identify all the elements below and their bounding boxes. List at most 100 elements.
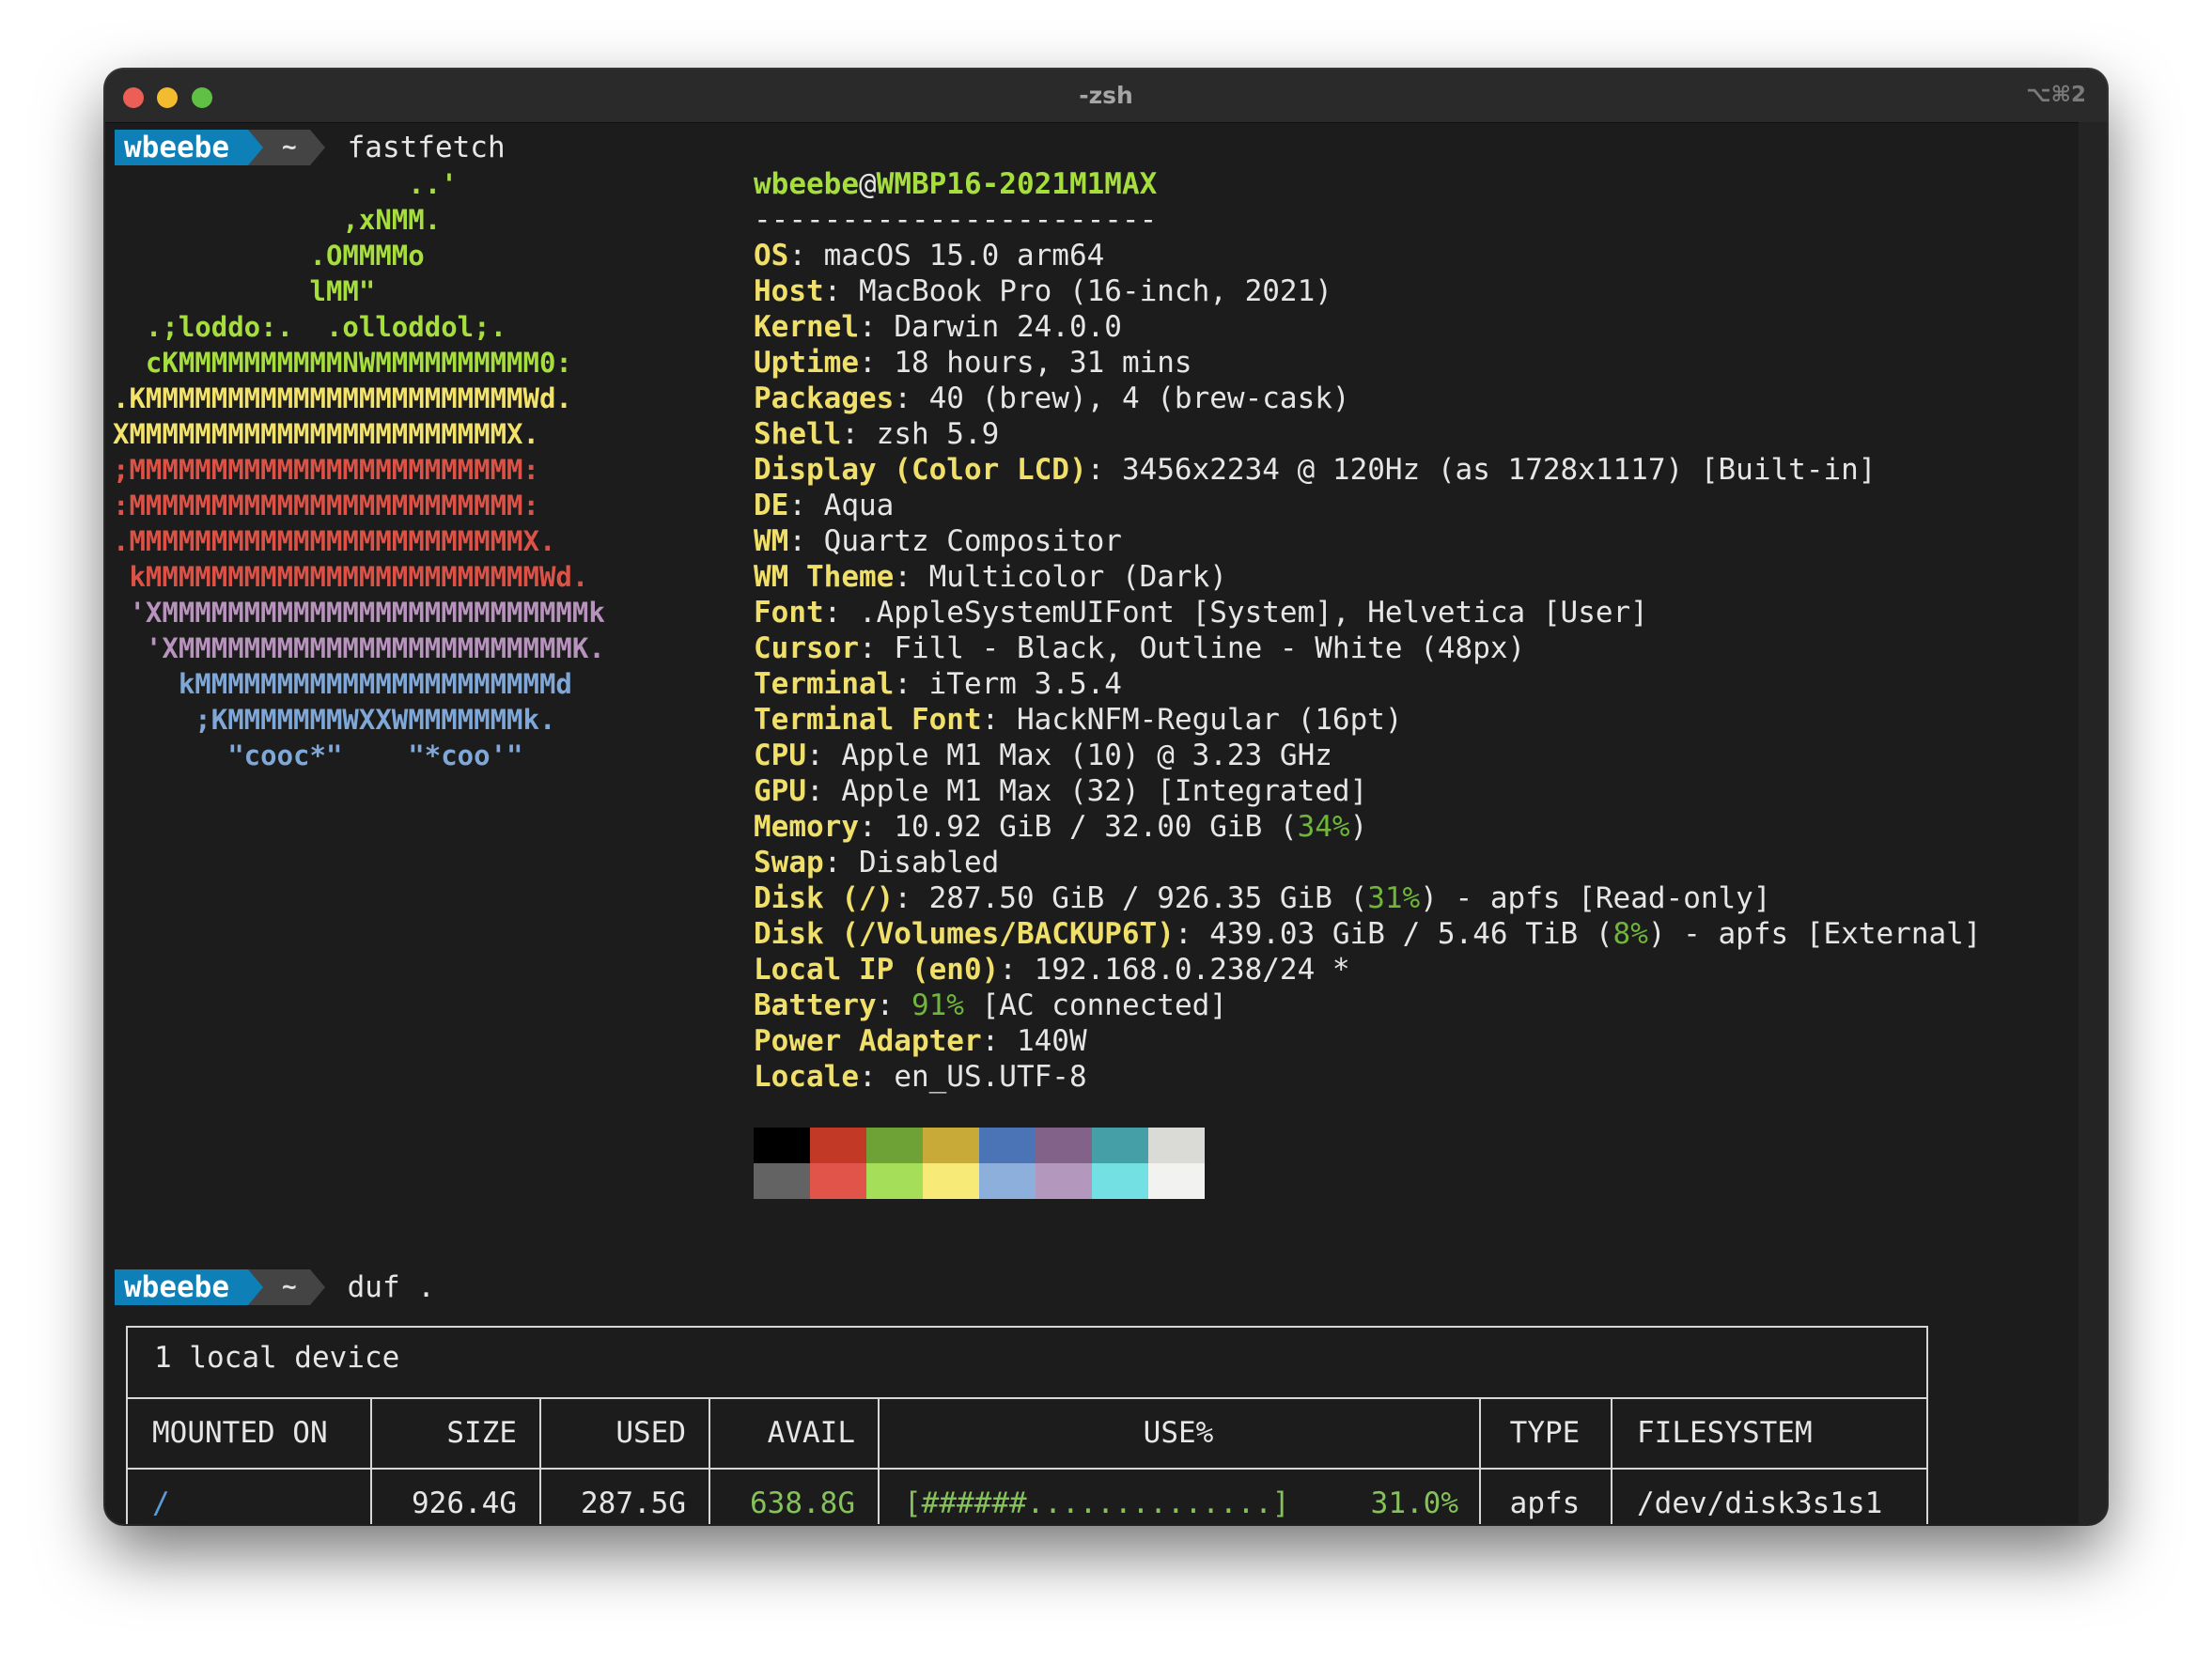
color-swatch bbox=[923, 1163, 979, 1199]
info-value: Darwin 24.0.0 bbox=[894, 310, 1122, 344]
info-row: CPU: Apple M1 Max (10) @ 3.23 GHz bbox=[754, 738, 1981, 773]
prompt-user: wbeebe bbox=[115, 130, 248, 165]
cell-avail: 638.8G bbox=[750, 1486, 855, 1520]
info-key: WM Theme bbox=[754, 560, 895, 594]
prompt-line: wbeebe ~ duf . bbox=[115, 1269, 435, 1305]
header-type: TYPE bbox=[1509, 1416, 1581, 1450]
info-row: GPU: Apple M1 Max (32) [Integrated] bbox=[754, 773, 1981, 809]
logo-line: cKMMMMMMMMMMNWMMMMMMMMMM0: bbox=[113, 347, 572, 379]
info-colon: : bbox=[999, 953, 1035, 987]
info-colon: : bbox=[806, 774, 842, 808]
info-value: 439.03 GiB / 5.46 TiB ( bbox=[1209, 917, 1613, 951]
system-info: wbeebe@WMBP16-2021M1MAX ----------------… bbox=[754, 166, 1981, 1095]
logo-line: kMMMMMMMMMMMMMMMMMMMMMMd bbox=[113, 668, 572, 700]
header-use-pct: USE% bbox=[1143, 1416, 1214, 1450]
info-percent: 8% bbox=[1612, 917, 1648, 951]
info-colon: : bbox=[788, 524, 824, 558]
color-swatch bbox=[1092, 1128, 1148, 1163]
info-value: Apple M1 Max (32) [Integrated] bbox=[841, 774, 1368, 808]
info-user: wbeebe bbox=[754, 167, 859, 201]
cell-mounted-on: / bbox=[152, 1486, 170, 1520]
info-key: Display (Color LCD) bbox=[754, 453, 1087, 487]
info-key: CPU bbox=[754, 739, 806, 772]
info-value: Fill - Black, Outline - White (48px) bbox=[894, 631, 1526, 665]
info-colon: : bbox=[858, 310, 895, 344]
color-swatch bbox=[866, 1163, 923, 1199]
color-swatch bbox=[979, 1128, 1036, 1163]
info-row: Cursor: Fill - Black, Outline - White (4… bbox=[754, 630, 1981, 666]
info-value: iTerm 3.5.4 bbox=[928, 667, 1122, 701]
info-percent: 91% bbox=[911, 988, 964, 1022]
info-row: Local IP (en0): 192.168.0.238/24 * bbox=[754, 952, 1981, 988]
logo-line: .;loddo:. .olloddol;. bbox=[113, 311, 507, 343]
info-colon: : bbox=[876, 988, 911, 1022]
header-mounted-on: MOUNTED ON bbox=[152, 1416, 328, 1450]
info-key: WM bbox=[754, 524, 789, 558]
info-colon: : bbox=[841, 417, 877, 451]
info-value: MacBook Pro (16-inch, 2021) bbox=[858, 274, 1332, 308]
prompt-line: wbeebe ~ fastfetch bbox=[115, 130, 506, 165]
info-value: macOS 15.0 arm64 bbox=[823, 239, 1105, 272]
info-row: Host: MacBook Pro (16-inch, 2021) bbox=[754, 273, 1981, 309]
color-swatch bbox=[979, 1163, 1036, 1199]
info-key: Cursor bbox=[754, 631, 859, 665]
info-value: 10.92 GiB / 32.00 GiB ( bbox=[894, 810, 1298, 844]
color-swatch bbox=[923, 1128, 979, 1163]
info-row: Swap: Disabled bbox=[754, 845, 1981, 880]
prompt-dir: ~ bbox=[262, 1269, 310, 1305]
info-key: Memory bbox=[754, 810, 859, 844]
info-row: Terminal: iTerm 3.5.4 bbox=[754, 666, 1981, 702]
info-at-sign: @ bbox=[858, 167, 877, 201]
info-row: Shell: zsh 5.9 bbox=[754, 416, 1981, 452]
logo-line: ..' bbox=[113, 168, 458, 200]
info-colon: : bbox=[788, 239, 824, 272]
logo-line: "cooc*" "*coo'" bbox=[113, 739, 523, 771]
info-value: 18 hours, 31 mins bbox=[894, 346, 1192, 380]
info-key: Power Adapter bbox=[754, 1024, 982, 1058]
logo-line: .OMMMMo bbox=[113, 240, 425, 272]
logo-line: ,xNMM. bbox=[113, 204, 442, 236]
info-colon: : bbox=[1086, 453, 1122, 487]
cell-used: 287.5G bbox=[581, 1486, 686, 1520]
color-swatch bbox=[1092, 1163, 1148, 1199]
info-percent: 34% bbox=[1297, 810, 1350, 844]
info-key: GPU bbox=[754, 774, 806, 808]
info-row: Disk (/): 287.50 GiB / 926.35 GiB (31%) … bbox=[754, 880, 1981, 916]
color-swatch bbox=[754, 1128, 810, 1163]
info-row: WM Theme: Multicolor (Dark) bbox=[754, 559, 1981, 595]
apple-ascii-logo: ..' ,xNMM. .OMMMMo lMM" .;loddo:. .ollod… bbox=[113, 166, 605, 773]
info-suffix: [AC connected] bbox=[963, 988, 1227, 1022]
info-value: 3456x2234 @ 120Hz (as 1728x1117) [Built-… bbox=[1121, 453, 1877, 487]
prompt-separator bbox=[247, 1269, 263, 1305]
logo-line: 'XMMMMMMMMMMMMMMMMMMMMMMMMMMk bbox=[113, 597, 605, 629]
info-colon: : bbox=[788, 489, 824, 522]
info-colon: : bbox=[1174, 917, 1210, 951]
info-row: WM: Quartz Compositor bbox=[754, 523, 1981, 559]
info-value: Disabled bbox=[858, 846, 1000, 879]
header-size: SIZE bbox=[446, 1416, 517, 1450]
info-value: Quartz Compositor bbox=[823, 524, 1122, 558]
logo-line: lMM" bbox=[113, 275, 376, 307]
info-host: WMBP16-2021M1MAX bbox=[876, 167, 1158, 201]
terminal-window: -zsh ⌥⌘2 wbeebe ~ fastfetch ..' ,xNMM. .… bbox=[105, 70, 2107, 1524]
info-colon: : bbox=[823, 274, 859, 308]
header-avail: AVAIL bbox=[767, 1416, 855, 1450]
header-filesystem: FILESYSTEM bbox=[1637, 1416, 1813, 1450]
header-used: USED bbox=[615, 1416, 686, 1450]
info-value: 287.50 GiB / 926.35 GiB ( bbox=[928, 881, 1368, 915]
cell-filesystem: /dev/disk3s1s1 bbox=[1637, 1486, 1883, 1520]
info-row: Font: .AppleSystemUIFont [System], Helve… bbox=[754, 595, 1981, 630]
info-rows: OS: macOS 15.0 arm64 Host: MacBook Pro (1… bbox=[754, 238, 1981, 1095]
info-key: Terminal Font bbox=[754, 703, 982, 737]
info-suffix: ) - apfs [Read-only] bbox=[1420, 881, 1771, 915]
info-row: Locale: en_US.UTF-8 bbox=[754, 1059, 1981, 1095]
info-separator: ----------------------- bbox=[754, 203, 1158, 237]
duf-caption: 1 local device bbox=[154, 1341, 400, 1375]
info-colon: : bbox=[894, 560, 929, 594]
info-colon: : bbox=[981, 1024, 1017, 1058]
info-value: 40 (brew), 4 (brew-cask) bbox=[928, 381, 1350, 415]
scrollbar[interactable] bbox=[2079, 122, 2107, 1524]
info-colon: : bbox=[894, 881, 929, 915]
terminal-content[interactable]: wbeebe ~ fastfetch ..' ,xNMM. .OMMMMo lM… bbox=[105, 70, 2079, 1524]
info-value: Apple M1 Max (10) @ 3.23 GHz bbox=[841, 739, 1332, 772]
